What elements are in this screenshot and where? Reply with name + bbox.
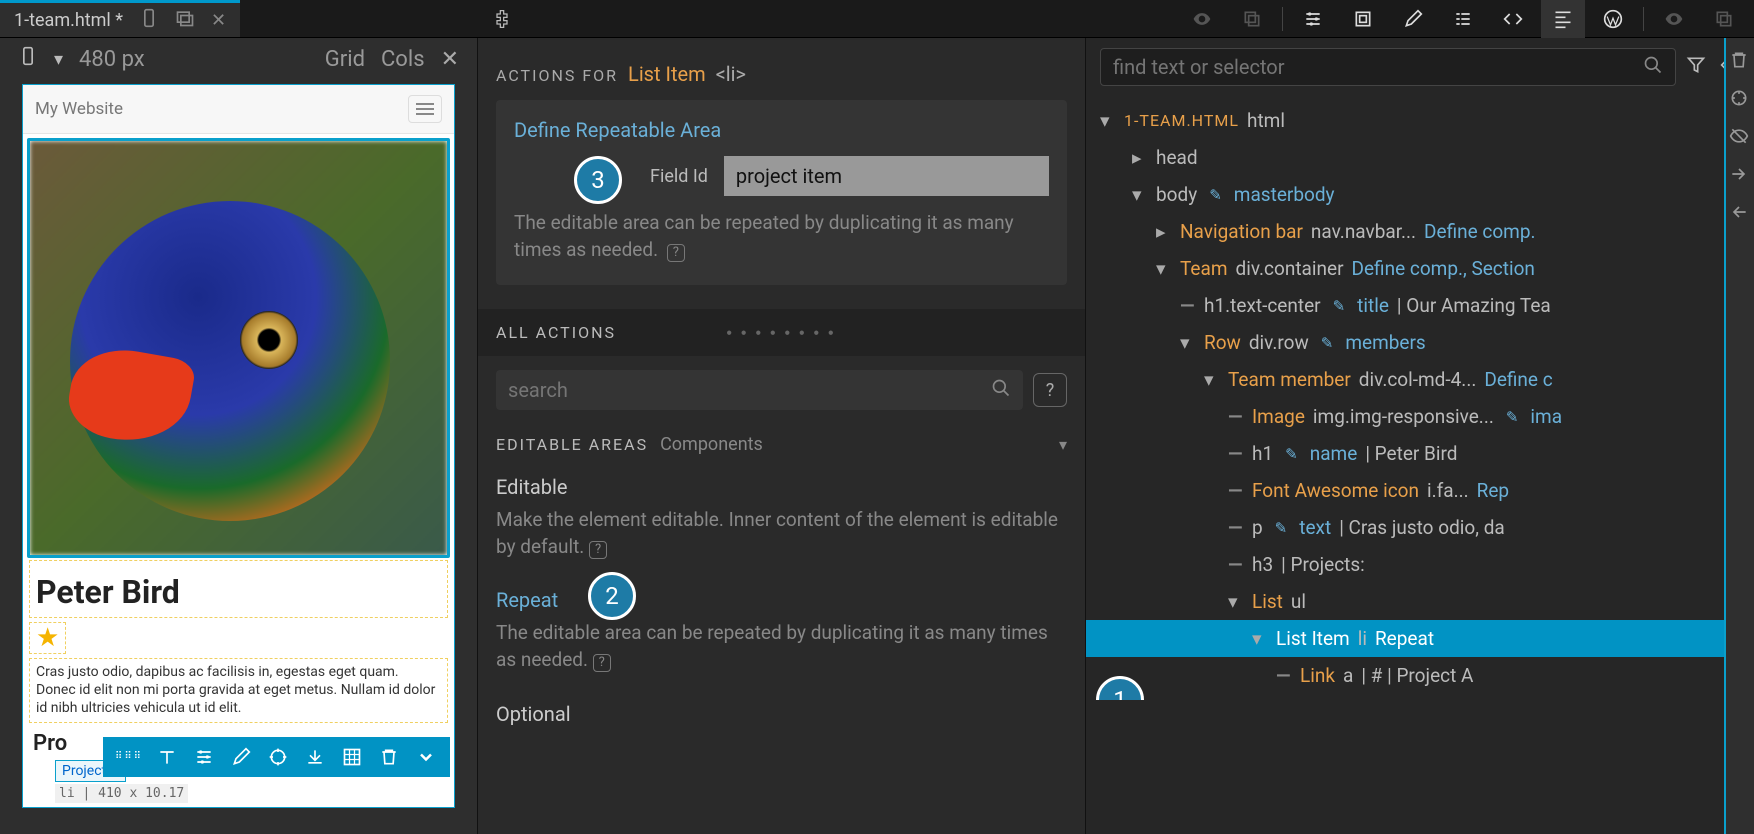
help-icon[interactable]: ? bbox=[589, 541, 607, 559]
text-tool-icon[interactable] bbox=[155, 742, 180, 772]
all-actions-header[interactable]: ALL ACTIONS ● ● ● ● ● ● ● ● bbox=[478, 309, 1085, 356]
help-icon[interactable]: ? bbox=[667, 244, 685, 262]
eye-icon[interactable] bbox=[1180, 0, 1224, 38]
eye-off-icon[interactable] bbox=[1729, 126, 1751, 148]
trash-icon[interactable] bbox=[1729, 50, 1751, 72]
copy-icon[interactable] bbox=[1230, 0, 1274, 38]
device-width: 480 px bbox=[79, 47, 145, 72]
device-bar: ▾ 480 px Grid Cols ✕ bbox=[0, 38, 477, 80]
more-tool-icon[interactable] bbox=[413, 742, 438, 772]
tree-row[interactable]: ▸Navigation bar nav.navbar... Define com… bbox=[1086, 213, 1754, 250]
help-icon[interactable]: ? bbox=[593, 654, 611, 672]
actions-search-input[interactable] bbox=[508, 378, 991, 402]
tree-row[interactable]: ▾body✎ masterbody bbox=[1086, 176, 1754, 213]
tree-root[interactable]: ▾ 1-TEAM.HTML html bbox=[1086, 102, 1754, 139]
grid-toggle[interactable]: Grid bbox=[325, 47, 365, 72]
tree-search-input[interactable] bbox=[1113, 55, 1643, 79]
field-id-input[interactable] bbox=[724, 156, 1049, 196]
tree-row[interactable]: —Font Awesome icon i.fa... Rep bbox=[1086, 472, 1754, 509]
tree-row[interactable]: —Link a | # | Project A bbox=[1086, 657, 1754, 694]
preview-canvas[interactable]: My Website Peter Bird ★ Cras justo odio,… bbox=[22, 84, 455, 808]
sliders-icon[interactable] bbox=[1291, 0, 1335, 38]
plugin-icon[interactable] bbox=[480, 0, 524, 37]
tree-search[interactable] bbox=[1100, 48, 1676, 86]
file-tab[interactable]: 1-team.html * ✕ bbox=[0, 0, 240, 37]
preview-panel: ▾ 480 px Grid Cols ✕ My Website Peter Bi… bbox=[0, 38, 478, 834]
star-icon[interactable]: ★ bbox=[29, 622, 66, 654]
tree-row[interactable]: ▸head bbox=[1086, 139, 1754, 176]
close-preview-icon[interactable]: ✕ bbox=[441, 47, 459, 72]
person-name[interactable]: Peter Bird bbox=[29, 560, 448, 618]
tree-row[interactable]: —h1✎ name | Peter Bird bbox=[1086, 435, 1754, 472]
actions-search[interactable] bbox=[496, 370, 1023, 410]
tree-row[interactable]: ▾List Item li Repeat bbox=[1086, 620, 1754, 657]
filter-icon[interactable] bbox=[1686, 55, 1706, 79]
dom-tree[interactable]: ▾ 1-TEAM.HTML html ▸head▾body✎ masterbod… bbox=[1086, 96, 1754, 700]
tree-panel-icon[interactable] bbox=[1541, 0, 1585, 38]
hamburger-icon[interactable] bbox=[408, 95, 442, 123]
selection-toolbar[interactable]: ⠿⠿⠿ bbox=[103, 737, 450, 777]
tree-row[interactable]: —Image img.img-responsive...✎ ima bbox=[1086, 398, 1754, 435]
tree-panel: ▾ 1-TEAM.HTML html ▸head▾body✎ masterbod… bbox=[1086, 38, 1754, 834]
insert-tool-icon[interactable] bbox=[302, 742, 327, 772]
grip-icon[interactable]: ⠿⠿⠿ bbox=[115, 751, 143, 762]
target-icon[interactable] bbox=[1729, 88, 1751, 110]
search-icon[interactable] bbox=[1643, 55, 1663, 79]
target-tool-icon[interactable] bbox=[266, 742, 291, 772]
step-badge-2: 2 bbox=[588, 572, 636, 620]
editable-areas-group[interactable]: EDITABLE AREAS Components ▾ bbox=[478, 424, 1085, 465]
file-tab-name: 1-team.html * bbox=[14, 10, 123, 31]
brush-icon[interactable] bbox=[1391, 0, 1435, 38]
tree-row[interactable]: —h1.text-center✎ title | Our Amazing Tea bbox=[1086, 287, 1754, 324]
close-tab-icon[interactable]: ✕ bbox=[211, 10, 226, 31]
tree-row[interactable]: ▾Row div.row✎ members bbox=[1086, 324, 1754, 361]
element-info: li | 410 x 10.17 bbox=[55, 784, 188, 803]
site-title: My Website bbox=[35, 99, 123, 119]
device-chevron-icon[interactable]: ▾ bbox=[54, 49, 63, 70]
field-id-label: Field Id bbox=[650, 166, 708, 187]
tree-row[interactable]: ▾List ul bbox=[1086, 583, 1754, 620]
person-bio[interactable]: Cras justo odio, dapibus ac facilisis in… bbox=[29, 658, 448, 723]
tree-row[interactable]: ▾Team div.container Define comp., Sectio… bbox=[1086, 250, 1754, 287]
cols-toggle[interactable]: Cols bbox=[381, 47, 425, 72]
actions-panel: ACTIONS FOR List Item <li> Define Repeat… bbox=[478, 38, 1086, 834]
tree-row[interactable]: ▾Team member div.col-md-4... Define c bbox=[1086, 361, 1754, 398]
code-icon[interactable] bbox=[1491, 0, 1535, 38]
repeatable-area-card: Define Repeatable Area 3 Field Id The ed… bbox=[496, 100, 1067, 285]
wordpress-icon[interactable] bbox=[1591, 0, 1635, 38]
chevron-down-icon[interactable]: ▾ bbox=[1059, 435, 1067, 454]
top-bar: 1-team.html * ✕ bbox=[0, 0, 1754, 38]
action-editable[interactable]: Editable Make the element editable. Inne… bbox=[478, 465, 1085, 578]
person-image[interactable] bbox=[27, 138, 450, 558]
frame-icon[interactable] bbox=[1341, 0, 1385, 38]
device-phone-icon[interactable] bbox=[139, 8, 159, 33]
eye2-icon[interactable] bbox=[1652, 0, 1696, 38]
phone-icon[interactable] bbox=[18, 46, 38, 72]
help-button[interactable]: ? bbox=[1033, 373, 1067, 407]
copy2-icon[interactable] bbox=[1702, 0, 1746, 38]
actions-heading: ACTIONS FOR List Item <li> bbox=[478, 38, 1085, 100]
search-icon[interactable] bbox=[991, 378, 1011, 402]
window-icon[interactable] bbox=[175, 8, 195, 33]
repeatable-help: The editable area can be repeated by dup… bbox=[514, 210, 1049, 263]
repeatable-title[interactable]: Define Repeatable Area bbox=[514, 118, 1049, 142]
action-repeat[interactable]: 2 Repeat The editable area can be repeat… bbox=[478, 578, 1085, 691]
grid-tool-icon[interactable] bbox=[339, 742, 364, 772]
arrow-left-icon[interactable] bbox=[1729, 202, 1751, 224]
tree-side-toolbar bbox=[1724, 38, 1754, 834]
action-optional[interactable]: Optional bbox=[478, 692, 1085, 752]
top-toolbar bbox=[1180, 0, 1754, 37]
step-badge-3: 3 bbox=[574, 156, 622, 204]
tree-row[interactable]: —h3 | Projects: bbox=[1086, 546, 1754, 583]
trash-tool-icon[interactable] bbox=[376, 742, 401, 772]
list-icon[interactable] bbox=[1441, 0, 1485, 38]
sliders-tool-icon[interactable] bbox=[192, 742, 217, 772]
arrow-right-icon[interactable] bbox=[1729, 164, 1751, 186]
tree-row[interactable]: —p✎ text | Cras justo odio, da bbox=[1086, 509, 1754, 546]
brush-tool-icon[interactable] bbox=[229, 742, 254, 772]
